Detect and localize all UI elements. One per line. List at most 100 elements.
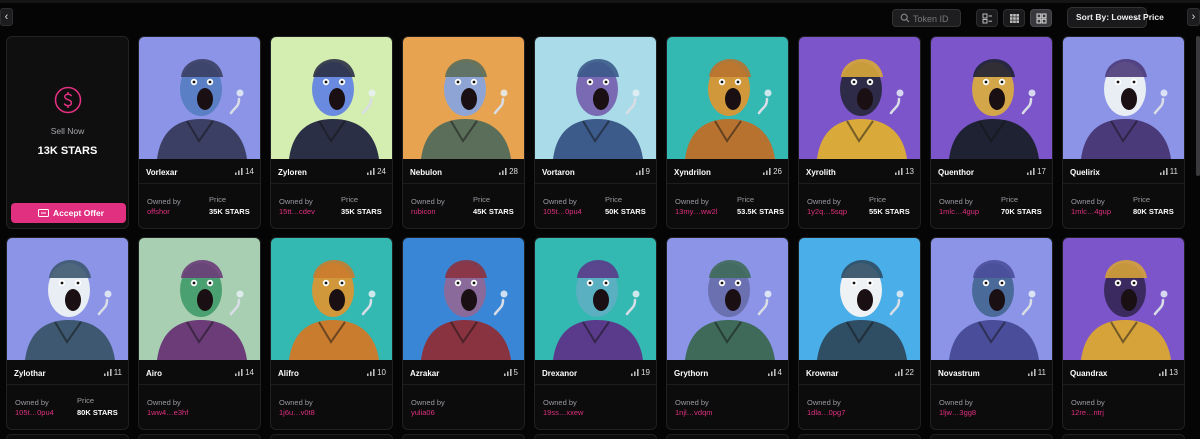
owner-address-link[interactable]: 105t…0pu4 <box>15 408 54 417</box>
nft-image[interactable] <box>7 238 128 360</box>
nft-card-partial[interactable] <box>402 434 525 439</box>
owner-address-link[interactable]: 19ss…xxew <box>543 408 583 417</box>
rank-value: 14 <box>245 167 254 176</box>
nft-image[interactable] <box>1063 37 1184 159</box>
owned-by-label: Owned by <box>675 398 709 407</box>
scroll-left-button[interactable]: ‹ <box>0 8 13 26</box>
nft-card[interactable]: Xyndrilon 26 Owned by 13my…ww2l Price 53… <box>666 36 789 229</box>
owner-address-link[interactable]: 1ljw…3gg8 <box>939 408 976 417</box>
nft-card[interactable]: Zylothar 11 Owned by 105t…0pu4 Price 80K… <box>6 237 129 430</box>
nft-image[interactable] <box>1063 238 1184 360</box>
nft-image[interactable] <box>931 238 1052 360</box>
list-view-icon <box>982 13 992 24</box>
nft-name: Vortaron <box>542 168 575 177</box>
price-value: 55K STARS <box>869 207 910 216</box>
nft-card[interactable]: Vorlexar 14 Owned by offshor Price 35K S… <box>138 36 261 229</box>
nft-image[interactable] <box>535 37 656 159</box>
nft-card-partial[interactable] <box>666 434 789 439</box>
nft-card-partial[interactable] <box>534 434 657 439</box>
nft-card[interactable]: Quelirix 11 Owned by 1mlc…4gup Price 80K… <box>1062 36 1185 229</box>
nft-card[interactable]: Xyrolith 13 Owned by 1y2q…5sqp Price 55K… <box>798 36 921 229</box>
nft-card-partial[interactable] <box>798 434 921 439</box>
nft-card-partial[interactable] <box>138 434 261 439</box>
nft-card[interactable]: Alifro 10 Owned by 1j6u…v0t8 <box>270 237 393 430</box>
nft-name: Quelirix <box>1070 168 1100 177</box>
list-view-button[interactable] <box>976 9 998 27</box>
large-grid-view-button[interactable] <box>1030 9 1052 27</box>
nft-rarity-rank: 22 <box>895 368 914 377</box>
owner-address-link[interactable]: 1y2q…5sqp <box>807 207 847 216</box>
owner-address-link[interactable]: rubicon <box>411 207 436 216</box>
nft-card[interactable]: Airo 14 Owned by 1ww4…e3hf <box>138 237 261 430</box>
nft-name: Quenthor <box>938 168 974 177</box>
rank-value: 22 <box>905 368 914 377</box>
price-value: 50K STARS <box>605 207 646 216</box>
price-label: Price <box>209 195 227 204</box>
nft-image[interactable] <box>931 37 1052 159</box>
nft-card-partial[interactable] <box>1062 434 1185 439</box>
nft-card[interactable]: Quenthor 17 Owned by 1mlc…4gup Price 70K… <box>930 36 1053 229</box>
small-grid-icon <box>1010 14 1019 23</box>
nft-rarity-rank: 24 <box>367 167 386 176</box>
nft-card-partial[interactable] <box>930 434 1053 439</box>
nft-card[interactable]: Drexanor 19 Owned by 19ss…xxew <box>534 237 657 430</box>
owned-by-label: Owned by <box>279 398 313 407</box>
owner-address-link[interactable]: yulia06 <box>411 408 435 417</box>
card-divider <box>535 384 656 385</box>
nft-image[interactable] <box>271 238 392 360</box>
sell-now-value: 13K STARS <box>37 145 98 157</box>
owned-by-label: Owned by <box>147 398 181 407</box>
owner-address-link[interactable]: 15tt…cdev <box>279 207 315 216</box>
owner-address-link[interactable]: 1ww4…e3hf <box>147 408 188 417</box>
nft-image[interactable] <box>139 238 260 360</box>
signal-bars-icon <box>499 168 507 175</box>
nft-card[interactable]: Quandrax 13 Owned by 12re…ntrj <box>1062 237 1185 430</box>
rank-value: 24 <box>377 167 386 176</box>
signal-bars-icon <box>235 168 243 175</box>
owner-address-link[interactable]: 13my…ww2l <box>675 207 718 216</box>
accept-offer-button[interactable]: Accept Offer <box>11 203 126 223</box>
rank-value: 26 <box>773 167 782 176</box>
owner-address-link[interactable]: 1j6u…v0t8 <box>279 408 315 417</box>
nft-card[interactable]: Azrakar 5 Owned by yulia06 <box>402 237 525 430</box>
token-search[interactable] <box>892 9 961 27</box>
nft-card[interactable]: Novastrum 11 Owned by 1ljw…3gg8 <box>930 237 1053 430</box>
nft-card-partial[interactable] <box>270 434 393 439</box>
nft-rarity-rank: 4 <box>767 368 782 377</box>
nft-image[interactable] <box>403 238 524 360</box>
nft-name: Drexanor <box>542 369 578 378</box>
nft-image[interactable] <box>667 37 788 159</box>
nft-rarity-rank: 11 <box>103 368 122 377</box>
nft-card[interactable]: Zyloren 24 Owned by 15tt…cdev Price 35K … <box>270 36 393 229</box>
nft-image[interactable] <box>139 37 260 159</box>
nft-rarity-rank: 17 <box>1027 167 1046 176</box>
nft-card-partial[interactable] <box>6 434 129 439</box>
nft-image[interactable] <box>799 37 920 159</box>
nft-image[interactable] <box>799 238 920 360</box>
rank-value: 17 <box>1037 167 1046 176</box>
owner-address-link[interactable]: 1mlc…4gup <box>1071 207 1111 216</box>
nft-card[interactable]: Vortaron 9 Owned by 105t…0pu4 Price 50K … <box>534 36 657 229</box>
owner-address-link[interactable]: 105t…0pu4 <box>543 207 582 216</box>
owner-address-link[interactable]: 1dla…0pg7 <box>807 408 845 417</box>
owner-address-link[interactable]: 12re…ntrj <box>1071 408 1104 417</box>
scroll-right-button[interactable]: › <box>1187 8 1200 26</box>
search-input[interactable] <box>913 12 959 25</box>
nft-image[interactable] <box>403 37 524 159</box>
nft-card[interactable]: Krownar 22 Owned by 1dla…0pg7 <box>798 237 921 430</box>
price-label: Price <box>1001 195 1019 204</box>
owner-address-link[interactable]: offshor <box>147 207 170 216</box>
owner-address-link[interactable]: 1njl…vdqm <box>675 408 713 417</box>
card-divider <box>1063 384 1184 385</box>
sort-dropdown[interactable]: Sort By: Lowest Price ⌄ <box>1067 7 1164 28</box>
page-scrollbar[interactable] <box>1196 36 1200 176</box>
owner-address-link[interactable]: 1mlc…4gup <box>939 207 979 216</box>
small-grid-view-button[interactable] <box>1003 9 1025 27</box>
nft-image[interactable] <box>271 37 392 159</box>
nft-image[interactable] <box>667 238 788 360</box>
nft-card[interactable]: Nebulon 28 Owned by rubicon Price 45K ST… <box>402 36 525 229</box>
nft-card[interactable]: Grythorn 4 Owned by 1njl…vdqm <box>666 237 789 430</box>
nft-image[interactable] <box>535 238 656 360</box>
card-divider <box>535 183 656 184</box>
rank-value: 13 <box>905 167 914 176</box>
